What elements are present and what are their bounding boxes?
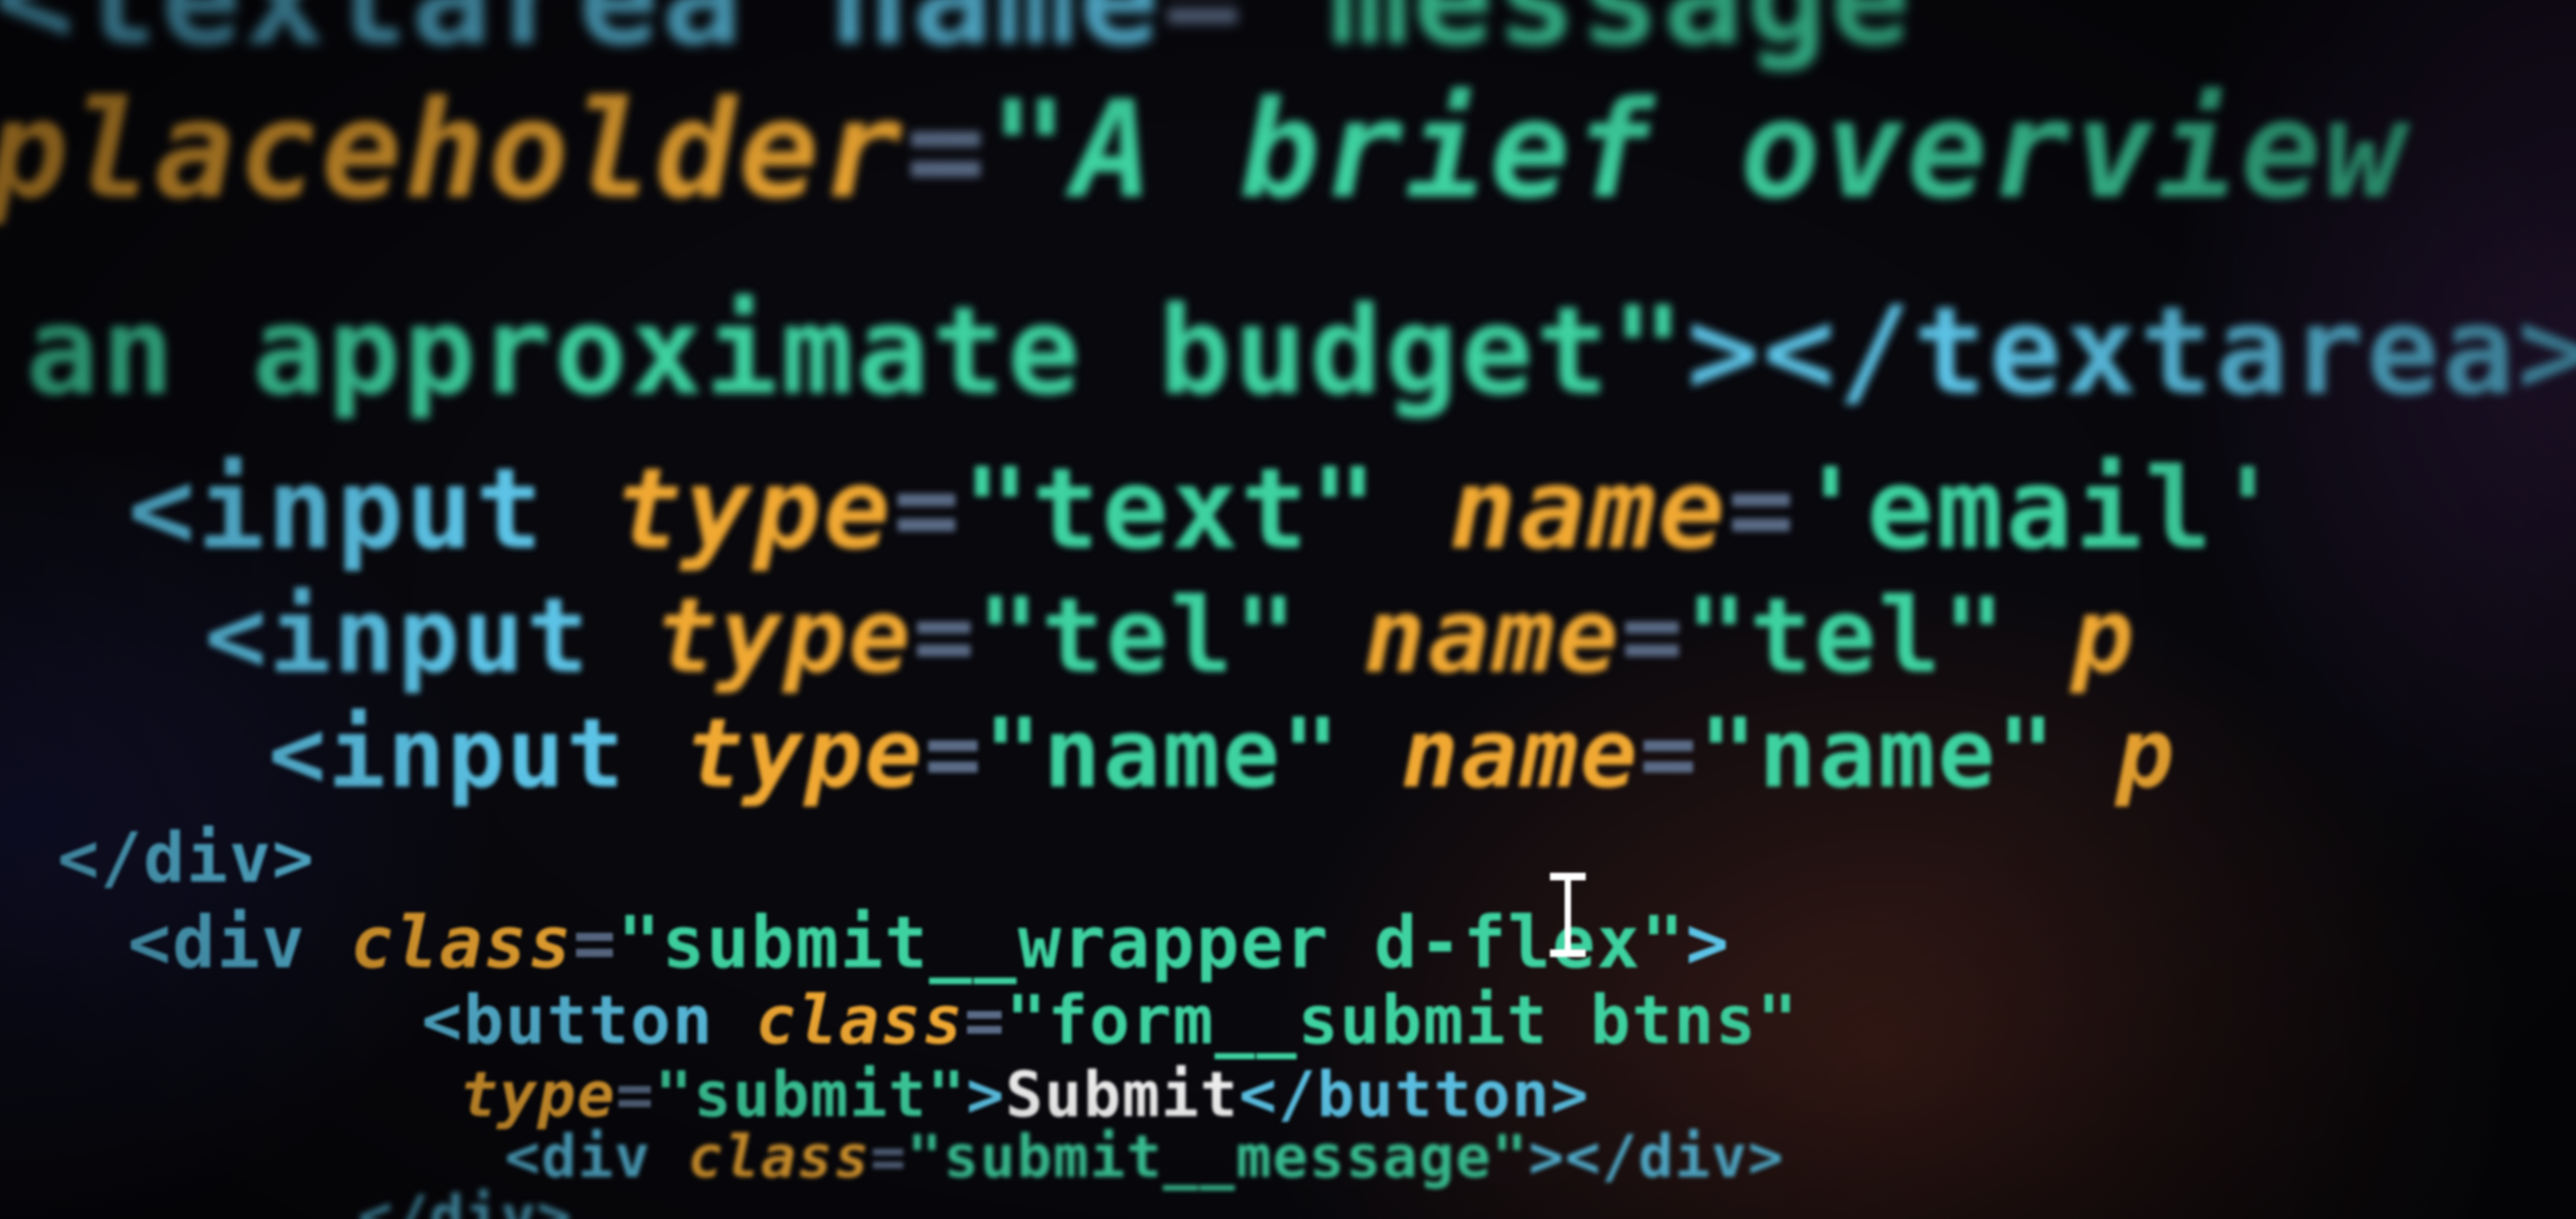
code-line: <input type="tel" name="tel" p — [204, 585, 2136, 688]
code-editor-screen: <textarea name="message" placeholder="A … — [0, 0, 2576, 1219]
code-string-token: "name" — [1699, 698, 2057, 809]
code-line: <div class="submit__wrapper d-flex"> — [128, 907, 1730, 979]
code-tag-token: <div — [505, 1123, 688, 1191]
code-tag-token: <button — [422, 981, 756, 1059]
code-line: <button class="form__submit btns" — [422, 987, 1798, 1054]
code-operator-token: = — [924, 698, 984, 809]
code-attribute-token: name — [1449, 445, 1728, 574]
code-string-token: 'email' — [1797, 445, 2284, 574]
code-attribute-token: type — [460, 1059, 616, 1131]
code-line: <input type="text" name='email' — [128, 454, 2284, 565]
code-tag-token: <input — [128, 445, 615, 574]
code-operator-token: = — [1621, 576, 1685, 696]
code-operator-token: = — [1727, 445, 1797, 574]
code-line: </div> — [358, 1188, 572, 1219]
code-string-token: "submit__wrapper d-flex" — [617, 901, 1686, 985]
code-operator-token: = — [912, 576, 977, 696]
code-string-token: "form__submit btns" — [1006, 981, 1799, 1059]
code-attribute-token: type — [686, 698, 924, 809]
code-tag-token: <textarea name — [0, 0, 1162, 75]
code-text-token: Submit — [1005, 1059, 1239, 1131]
code-line: <textarea name="message" — [0, 0, 1997, 64]
code-string-token: "submit" — [654, 1059, 967, 1131]
code-string-token: "text" — [962, 445, 1450, 574]
code-line: </div> — [57, 824, 315, 893]
code-string-token: "message" — [1245, 0, 1997, 75]
code-line: <div class="submit__message"></div> — [505, 1128, 1784, 1186]
code-string-token: "submit__message" — [907, 1123, 1529, 1191]
code-tag-token: > — [966, 1059, 1006, 1131]
code-attribute-token: p — [2071, 576, 2136, 696]
code-attribute-token: type — [655, 576, 913, 696]
code-tag-token: <div — [128, 901, 351, 985]
code-attribute-token: name — [1400, 698, 1640, 809]
code-operator-token: = — [893, 445, 963, 574]
code-operator-token: = — [1162, 0, 1246, 75]
code-line: placeholder="A brief overview — [0, 83, 2407, 217]
code-attribute-token: p — [2057, 698, 2176, 809]
code-string-token: "name" — [983, 698, 1401, 809]
code-line: an approximate budget"></textarea> — [26, 291, 2576, 412]
code-tag-token: ></textarea> — [1687, 280, 2576, 422]
code-operator-token: = — [615, 1059, 655, 1131]
code-attribute-token: placeholder — [0, 72, 905, 228]
code-tag-token: <input — [268, 698, 686, 809]
code-operator-token: = — [572, 901, 618, 985]
code-attribute-token: type — [615, 445, 893, 574]
code-attribute-token: name — [1363, 576, 1621, 696]
code-operator-token: = — [870, 1123, 907, 1191]
code-string-token: "tel" — [977, 576, 1363, 696]
code-string-token: "tel" — [1685, 576, 2072, 696]
text-cursor-ibeam-icon — [1545, 870, 1590, 960]
code-line: <input type="name" name="name" p — [268, 706, 2176, 802]
code-operator-token: = — [1639, 698, 1699, 809]
code-string-token: "A brief overview — [988, 72, 2408, 228]
code-attribute-token: class — [755, 981, 965, 1059]
code-tag-token: > — [1685, 901, 1731, 985]
code-tag-token: <input — [204, 576, 656, 696]
code-tag-token: ></div> — [1528, 1123, 1785, 1191]
code-tag-token: </div> — [57, 818, 316, 898]
code-tag-token: </div> — [358, 1183, 572, 1219]
code-attribute-token: class — [350, 901, 573, 985]
code-attribute-token: class — [687, 1123, 871, 1191]
code-string-token: an approximate budget" — [26, 280, 1687, 422]
code-operator-token: = — [905, 72, 989, 228]
code-line: type="submit">Submit</button> — [460, 1064, 1590, 1126]
code-tag-token: </button> — [1239, 1059, 1590, 1131]
code-operator-token: = — [964, 981, 1006, 1059]
